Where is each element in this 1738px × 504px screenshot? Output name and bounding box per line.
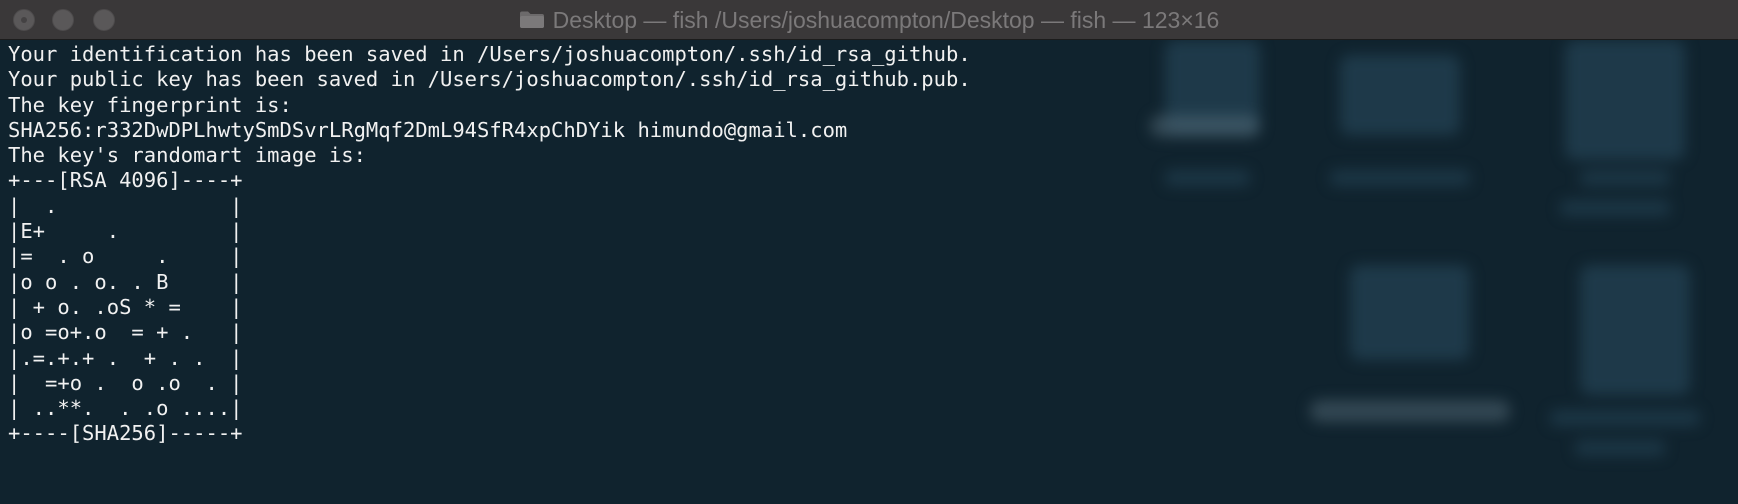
randomart-row: | . | xyxy=(8,193,243,218)
randomart-row: | ..**. . .o ....| xyxy=(8,396,243,421)
randomart-row: | + o. .oS * = | xyxy=(8,294,243,319)
output-line-identification-saved: Your identification has been saved in /U… xyxy=(8,42,971,66)
window-title: Desktop — fish /Users/joshuacompton/Desk… xyxy=(552,6,1220,33)
randomart-row: |.=.+.+ . + . . | xyxy=(8,345,243,370)
terminal-output[interactable]: Your identification has been saved in /U… xyxy=(8,42,1728,502)
output-line-fingerprint: SHA256:r332DwDPLhwtySmDSvrLRgMqf2DmL94Sf… xyxy=(8,117,848,142)
output-line-public-key-saved: Your public key has been saved in /Users… xyxy=(8,67,971,92)
randomart-row: |o =o+.o = + . | xyxy=(8,320,243,345)
randomart-row: |E+ . | xyxy=(8,219,243,244)
title-bar[interactable]: Desktop — fish /Users/joshuacompton/Desk… xyxy=(0,0,1738,40)
window-title-group: Desktop — fish /Users/joshuacompton/Desk… xyxy=(0,0,1738,40)
randomart-top-border: +---[RSA 4096]----+ xyxy=(8,168,243,193)
output-line-randomart-header: The key's randomart image is: xyxy=(8,143,366,168)
folder-icon xyxy=(519,11,544,28)
randomart-row: |= . o . | xyxy=(8,244,243,269)
randomart-row: | =+o . o .o . | xyxy=(8,370,243,395)
randomart-row: |o o . o. . B | xyxy=(8,269,243,294)
terminal-window: Desktop — fish /Users/joshuacompton/Desk… xyxy=(0,0,1738,504)
output-line-fingerprint-header: The key fingerprint is: xyxy=(8,92,292,117)
randomart-bottom-border: +----[SHA256]-----+ xyxy=(8,421,243,446)
